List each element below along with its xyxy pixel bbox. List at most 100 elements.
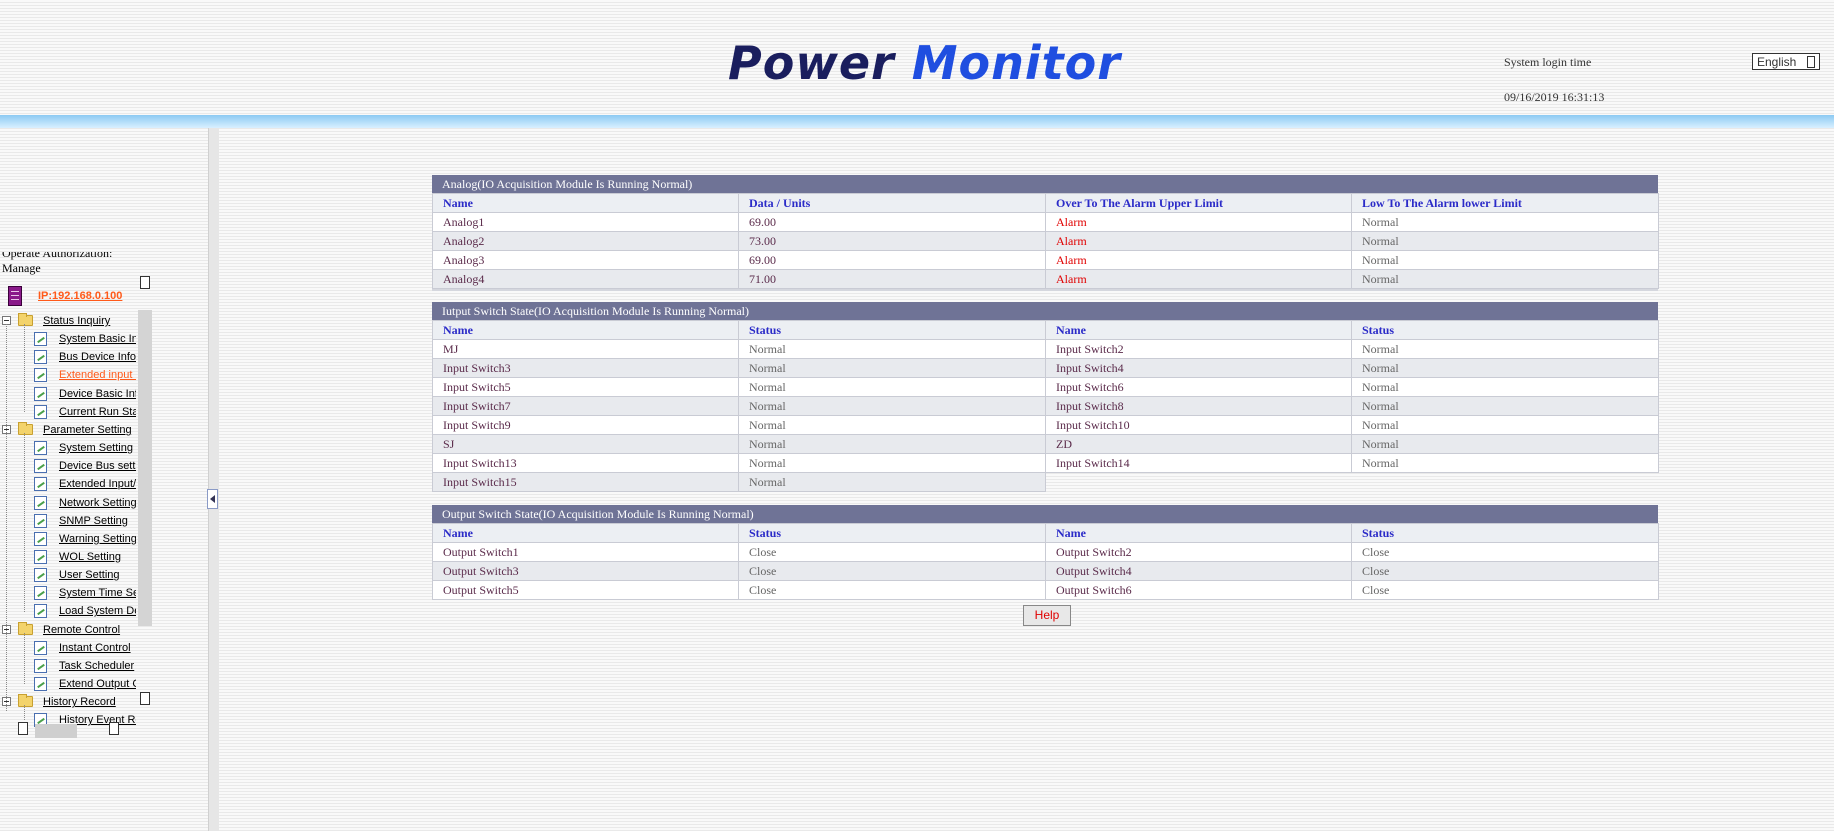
row-status-cell: Alarm [1045, 212, 1352, 232]
tree-item[interactable]: System Basic In [0, 330, 136, 348]
tree-item[interactable]: Task Scheduler [0, 657, 136, 675]
tree-item[interactable]: Extended input I [0, 366, 136, 384]
sidebar-splitter[interactable] [208, 128, 219, 831]
page-icon [34, 658, 47, 673]
sidebar-collapse-toggle[interactable] [207, 489, 218, 509]
row-status-cell: Normal [738, 472, 1046, 492]
tree-group-3[interactable]: History Record [0, 693, 136, 711]
device-ip-link[interactable]: IP:192.168.0.100 [38, 290, 122, 302]
tree-item[interactable]: WOL Setting [0, 548, 136, 566]
row-name-cell: Analog3 [432, 250, 739, 270]
analog-panel-title: Analog(IO Acquisition Module Is Running … [432, 175, 1658, 193]
tree-item-label[interactable]: Current Run Sta [59, 403, 136, 421]
tree-group-label[interactable]: Remote Control [43, 621, 136, 639]
tree-item-label[interactable]: Device Basic Inf [59, 385, 136, 403]
column-header: Over To The Alarm Upper Limit [1045, 193, 1352, 213]
tree-item[interactable]: SNMP Setting [0, 512, 136, 530]
tree-item[interactable]: Extend Output C [0, 675, 136, 693]
sidebar-scrollbar[interactable] [138, 310, 152, 626]
table-row: Input Switch3 Normal Input Switch4 Normal [432, 358, 1659, 378]
tree-item-label[interactable]: Extended Input/( [59, 475, 136, 493]
output-switch-panel-title: Output Switch State(IO Acquisition Modul… [432, 505, 1658, 523]
sidebar-hscroll-thumb[interactable] [35, 724, 77, 738]
table-row: Analog4 71.00 Alarm Normal [432, 269, 1659, 289]
tree-item[interactable]: System Setting [0, 439, 136, 457]
table-row: Input Switch7 Normal Input Switch8 Normal [432, 396, 1659, 416]
row-name-cell: Input Switch5 [432, 377, 739, 397]
page-icon [34, 404, 47, 419]
tree-item-label[interactable]: Network Settings [59, 494, 136, 512]
language-select-value: English [1757, 55, 1797, 69]
row-status-cell [1352, 473, 1659, 492]
row-status-cell: Normal [1351, 231, 1659, 251]
tree-connector [24, 705, 25, 721]
analog-panel: Analog(IO Acquisition Module Is Running … [432, 175, 1659, 291]
folder-icon [18, 621, 33, 635]
tree-item[interactable]: Current Run Sta [0, 403, 136, 421]
tree-item[interactable]: Bus Device Infor [0, 348, 136, 366]
tree-group-0[interactable]: Status Inquiry [0, 312, 136, 330]
tree-item-label[interactable]: Extend Output C [59, 675, 136, 693]
row-status-cell: Normal [738, 358, 1046, 378]
tree-item-label[interactable]: Load System De [59, 602, 136, 620]
tree-group-label[interactable]: Parameter Setting [43, 421, 136, 439]
column-header: Status [1351, 320, 1659, 340]
column-header: Name [432, 523, 739, 543]
tree-group-label[interactable]: History Record [43, 693, 136, 711]
tree-item-label[interactable]: SNMP Setting [59, 512, 136, 530]
tree-item-label[interactable]: System Setting [59, 439, 136, 457]
tree-item[interactable]: Warning Setting [0, 530, 136, 548]
tree-item-label[interactable]: Bus Device Infor [59, 348, 136, 366]
tree-group-1[interactable]: Parameter Setting [0, 421, 136, 439]
tree-item-label[interactable]: Warning Setting [59, 530, 136, 548]
tree-item[interactable]: System Time Se [0, 584, 136, 602]
row-status-cell: Normal [1351, 396, 1659, 416]
help-button[interactable]: Help [1023, 605, 1071, 626]
tree-item-label[interactable]: Instant Control [59, 639, 136, 657]
sidebar-hscroll-left-button[interactable] [18, 722, 28, 735]
row-status-cell: 69.00 [738, 212, 1046, 232]
tree-group-label[interactable]: Status Inquiry [43, 312, 136, 330]
tree-item[interactable]: Network Settings [0, 494, 136, 512]
tree-item[interactable]: Load System De [0, 602, 136, 620]
tree-item[interactable]: Instant Control [0, 639, 136, 657]
tree-item[interactable]: User Setting [0, 566, 136, 584]
input-switch-panel: Iutput Switch State(IO Acquisition Modul… [432, 302, 1659, 492]
sidebar-hscroll-right-button[interactable] [109, 722, 119, 735]
tree-item[interactable]: Device Basic Inf [0, 385, 136, 403]
table-row: Output Switch3 Close Output Switch4 Close [432, 561, 1659, 581]
page-icon [34, 586, 47, 601]
header: Power Monitor System login time 09/16/20… [0, 0, 1834, 115]
tree-item-label[interactable]: Extended input I [59, 366, 136, 384]
authorization-role: Manage [2, 261, 41, 275]
page-icon [34, 568, 47, 583]
sidebar-scroll-down-button[interactable] [140, 692, 150, 705]
row-status-cell: Alarm [1045, 231, 1352, 251]
row-status-cell: Normal [1351, 434, 1659, 454]
folder-icon [18, 421, 33, 435]
tree-item-label[interactable]: Device Bus setti [59, 457, 136, 475]
row-name-cell: Analog2 [432, 231, 739, 251]
tree-item-label[interactable]: System Basic In [59, 330, 136, 348]
language-select[interactable]: English [1752, 53, 1820, 70]
row-name-cell: Input Switch10 [1045, 415, 1352, 435]
tree-item-label[interactable]: WOL Setting [59, 548, 136, 566]
tree-connector [24, 324, 25, 412]
folder-icon [18, 694, 33, 708]
server-icon [8, 286, 22, 306]
tree-item-label[interactable]: Task Scheduler [59, 657, 136, 675]
tree-item[interactable]: Device Bus setti [0, 457, 136, 475]
row-name-cell: Input Switch6 [1045, 377, 1352, 397]
table-row: Input Switch5 Normal Input Switch6 Normal [432, 377, 1659, 397]
row-status-cell: Normal [1351, 453, 1659, 473]
tree-group-2[interactable]: Remote Control [0, 621, 136, 639]
sidebar-scroll-up-button[interactable] [140, 276, 150, 289]
column-header: Name [432, 320, 739, 340]
page-icon [34, 495, 47, 510]
tree-item-label[interactable]: System Time Se [59, 584, 136, 602]
folder-icon [18, 313, 33, 326]
page-icon [34, 368, 47, 383]
row-status-cell: 73.00 [738, 231, 1046, 251]
tree-item-label[interactable]: User Setting [59, 566, 136, 584]
tree-item[interactable]: Extended Input/( [0, 475, 136, 493]
